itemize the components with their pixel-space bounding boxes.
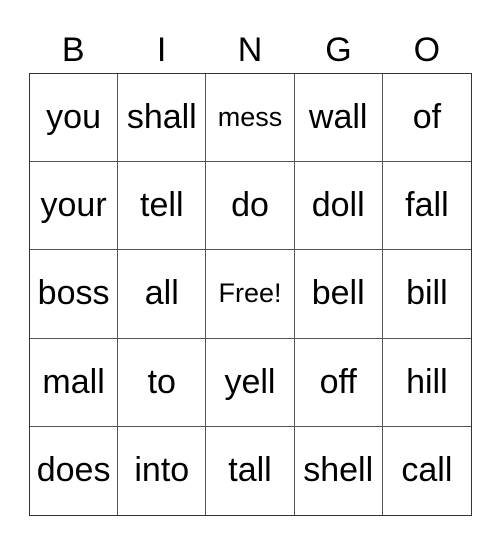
header-letter-i: I <box>156 31 167 69</box>
bingo-cell[interactable]: of <box>382 74 471 163</box>
free-space-cell[interactable]: Free! <box>206 250 295 339</box>
bingo-cell[interactable]: shell <box>295 426 383 515</box>
bingo-cell[interactable]: bell <box>294 250 383 339</box>
bingo-cell[interactable]: all <box>118 250 207 339</box>
bingo-cell[interactable]: bill <box>382 250 471 339</box>
bingo-cell[interactable]: hill <box>382 339 471 427</box>
header-letter-g: G <box>325 31 352 69</box>
bingo-card-grid: you shall mess wall of your tell do doll… <box>29 73 472 516</box>
header-letter-n: N <box>237 31 263 69</box>
bingo-cell[interactable]: call <box>383 427 471 515</box>
bingo-cell[interactable]: you <box>30 74 119 163</box>
bingo-cell[interactable]: fall <box>382 162 471 251</box>
bingo-cell[interactable]: wall <box>294 74 383 163</box>
bingo-cell[interactable]: off <box>294 338 383 427</box>
header-letter-o: O <box>413 31 441 69</box>
bingo-cell[interactable]: mall <box>30 338 119 427</box>
bingo-cell[interactable]: boss <box>30 250 119 339</box>
bingo-cell[interactable]: tall <box>206 426 295 515</box>
bingo-cell[interactable]: doll <box>294 162 383 251</box>
bingo-cell[interactable]: do <box>206 162 295 251</box>
bingo-cell[interactable]: mess <box>206 74 295 163</box>
bingo-cell[interactable]: yell <box>206 338 295 427</box>
bingo-cell[interactable]: to <box>118 338 207 427</box>
bingo-header: B I N G O <box>29 28 471 72</box>
header-letter-b: B <box>61 31 85 69</box>
bingo-cell[interactable]: your <box>30 162 119 251</box>
bingo-cell[interactable]: shall <box>118 74 207 163</box>
bingo-cell[interactable]: does <box>30 426 119 515</box>
bingo-cell[interactable]: tell <box>118 162 207 251</box>
bingo-cell[interactable]: into <box>118 426 207 515</box>
